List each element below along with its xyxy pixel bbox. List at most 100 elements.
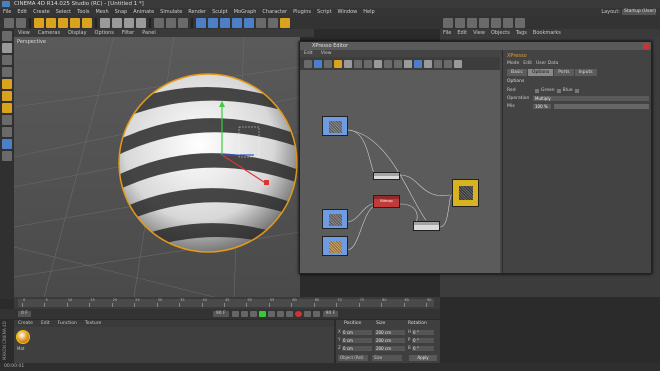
go-to-start-icon[interactable]: [231, 311, 239, 317]
om-icon[interactable]: [503, 17, 513, 28]
rotate-icon[interactable]: [70, 17, 80, 28]
camera-icon[interactable]: [268, 17, 278, 28]
xp-tool-icon[interactable]: [304, 59, 312, 68]
floor-icon[interactable]: [256, 17, 266, 28]
end-frame-field[interactable]: 90 F: [322, 311, 339, 317]
xp-tool-icon[interactable]: [454, 59, 462, 68]
om-icon[interactable]: [491, 17, 501, 28]
pos-x-field[interactable]: 0 cm: [342, 329, 372, 335]
menu-tools[interactable]: Tools: [74, 8, 92, 16]
size-mode-select[interactable]: Size: [372, 355, 402, 361]
xp-tool-icon[interactable]: [404, 59, 412, 68]
size-z-field[interactable]: 200 cm: [375, 345, 405, 351]
keyframe-selection-icon[interactable]: [312, 311, 320, 317]
viewport-menu-filter[interactable]: Filter: [118, 29, 138, 37]
mix-slider[interactable]: [554, 104, 649, 109]
tab-basic[interactable]: Basic: [507, 69, 527, 76]
menu-window[interactable]: Window: [335, 8, 361, 16]
subdivision-icon[interactable]: [220, 17, 230, 28]
operator-node[interactable]: [373, 172, 400, 180]
green-checkbox[interactable]: [556, 88, 561, 93]
xp-tool-icon[interactable]: [314, 59, 322, 68]
xp-tool-icon[interactable]: [334, 59, 342, 68]
edges-mode-icon[interactable]: [2, 91, 12, 101]
timeline[interactable]: 0 5 10 15 20 25 30 35 40 45 50 55 60 65 70 75 80 85 90: [14, 297, 440, 309]
tab-inputs[interactable]: Inputs: [574, 69, 597, 76]
viewport-menu-display[interactable]: Display: [64, 29, 90, 37]
xp-tool-icon[interactable]: [344, 59, 352, 68]
menu-mograph[interactable]: MoGraph: [231, 8, 260, 16]
mix-field[interactable]: 100 %: [533, 104, 551, 109]
menu-create[interactable]: Create: [30, 8, 53, 16]
tab-options[interactable]: Options: [527, 69, 554, 76]
undo-icon[interactable]: [4, 17, 14, 28]
locked-workplane-icon[interactable]: [2, 151, 12, 161]
viewport-menu-options[interactable]: Options: [91, 29, 118, 37]
timeline-ruler[interactable]: 0 5 10 15 20 25 30 35 40 45 50 55 60 65 70 75 80 85 90: [18, 298, 434, 307]
play-icon[interactable]: [258, 311, 266, 317]
viewport-menu-panel[interactable]: Panel: [138, 29, 160, 37]
menu-simulate[interactable]: Simulate: [157, 8, 185, 16]
xpresso-node-canvas[interactable]: Bitmap: [300, 70, 500, 273]
xp-tool-icon[interactable]: [424, 59, 432, 68]
autokey-icon[interactable]: [303, 311, 311, 317]
model-mode-icon[interactable]: [2, 43, 12, 53]
live-selection-icon[interactable]: [34, 17, 44, 28]
texture-mode-icon[interactable]: [2, 55, 12, 65]
om-icon[interactable]: [455, 17, 465, 28]
rot-b-field[interactable]: 0 °: [412, 345, 434, 351]
om-icon[interactable]: [515, 17, 525, 28]
y-axis-icon[interactable]: [112, 17, 122, 28]
size-x-field[interactable]: 200 cm: [375, 329, 405, 335]
menu-file[interactable]: File: [0, 8, 14, 16]
viewport-menu-cameras[interactable]: Cameras: [34, 29, 64, 37]
apply-button[interactable]: Apply: [409, 355, 437, 361]
pos-z-field[interactable]: 0 cm: [342, 345, 372, 351]
mat-menu-create[interactable]: Create: [14, 320, 37, 327]
om-menu-bookmarks[interactable]: Bookmarks: [530, 29, 564, 37]
om-menu-file[interactable]: File: [440, 29, 454, 37]
workplane-icon[interactable]: [2, 67, 12, 77]
light-icon[interactable]: [280, 17, 290, 28]
perspective-viewport[interactable]: Perspective: [14, 37, 300, 297]
redo-icon[interactable]: [16, 17, 26, 28]
render-view-icon[interactable]: [154, 17, 164, 28]
menu-edit[interactable]: Edit: [14, 8, 30, 16]
xp-tool-icon[interactable]: [414, 59, 422, 68]
start-frame-field[interactable]: 0 F: [18, 311, 31, 317]
om-menu-edit[interactable]: Edit: [454, 29, 470, 37]
next-frame-icon[interactable]: [267, 311, 275, 317]
move-icon[interactable]: [46, 17, 56, 28]
menu-animate[interactable]: Animate: [130, 8, 157, 16]
points-mode-icon[interactable]: [2, 79, 12, 89]
z-axis-icon[interactable]: [124, 17, 134, 28]
make-editable-icon[interactable]: [2, 31, 12, 41]
mat-menu-texture[interactable]: Texture: [81, 320, 105, 327]
cube-icon[interactable]: [196, 17, 206, 28]
xp-tool-icon[interactable]: [394, 59, 402, 68]
xp-tool-icon[interactable]: [384, 59, 392, 68]
xpresso-title[interactable]: XPresso Editor: [300, 42, 651, 50]
bitmap-node[interactable]: Bitmap: [373, 195, 400, 208]
attr-menu-user-data[interactable]: User Data: [536, 61, 562, 66]
menu-snap[interactable]: Snap: [112, 8, 131, 16]
layout-select[interactable]: Startup (User): [622, 9, 656, 15]
rot-p-field[interactable]: 0 °: [412, 337, 434, 343]
attr-menu-mode[interactable]: Mode: [507, 61, 523, 66]
image-node[interactable]: [322, 116, 348, 136]
xp-tool-icon[interactable]: [434, 59, 442, 68]
menu-select[interactable]: Select: [53, 8, 74, 16]
previous-frame-icon[interactable]: [249, 311, 257, 317]
xpresso-editor-window[interactable]: XPresso Editor Edit View Bitmap XPresso …: [299, 41, 652, 274]
red-checkbox[interactable]: [535, 88, 539, 93]
x-axis-icon[interactable]: [100, 17, 110, 28]
menu-character[interactable]: Character: [259, 8, 290, 16]
polygons-mode-icon[interactable]: [2, 103, 12, 113]
recent-tools-icon[interactable]: [82, 17, 92, 28]
size-y-field[interactable]: 200 cm: [375, 337, 405, 343]
close-icon[interactable]: [643, 43, 649, 49]
menu-sculpt[interactable]: Sculpt: [209, 8, 231, 16]
xp-tool-icon[interactable]: [354, 59, 362, 68]
image-node[interactable]: [322, 236, 348, 256]
deformer-icon[interactable]: [244, 17, 254, 28]
